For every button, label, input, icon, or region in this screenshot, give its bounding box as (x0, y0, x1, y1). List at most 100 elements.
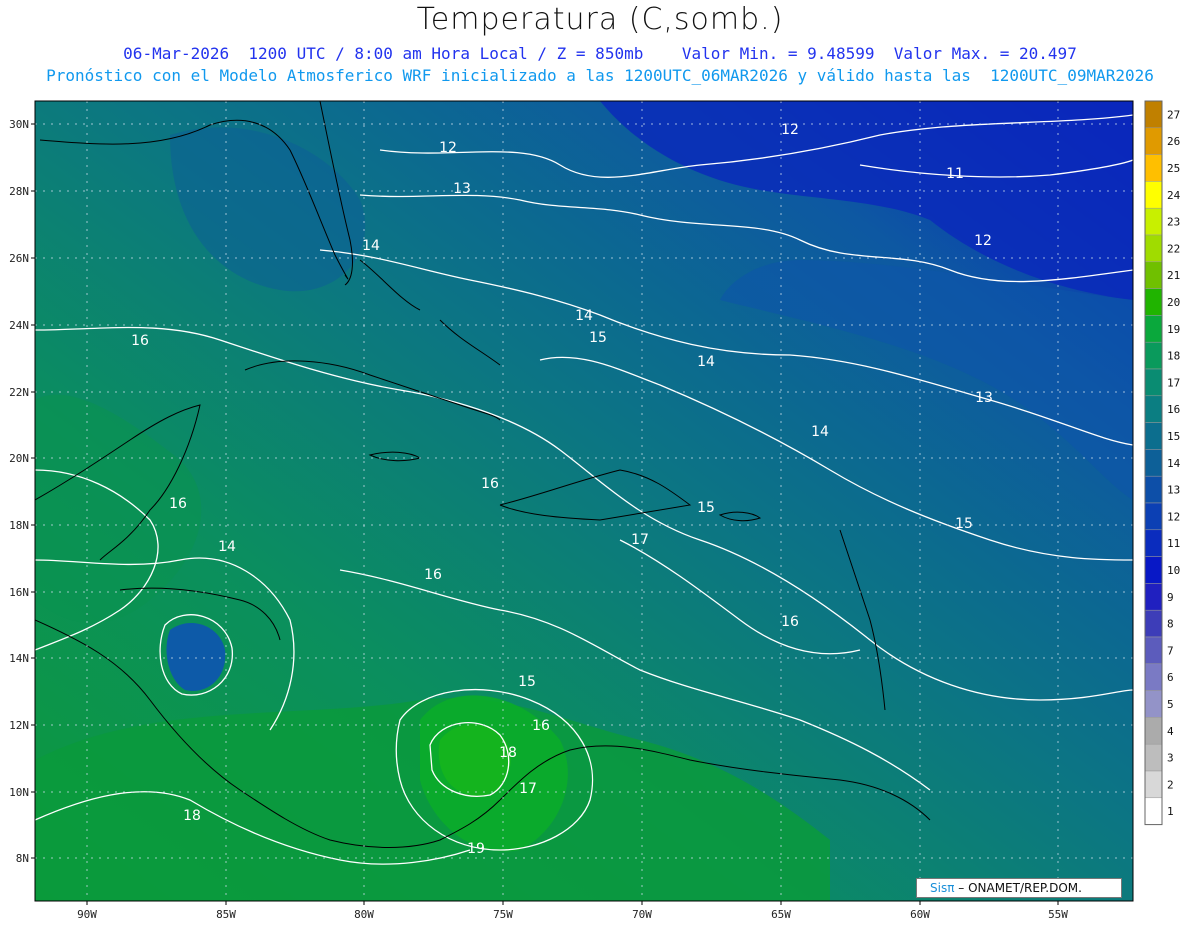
colorbar-label: 16 (1167, 403, 1180, 416)
colorbar-swatch (1144, 636, 1163, 665)
colorbar-swatch (1144, 154, 1163, 182)
sispi-logo: Sisπ (930, 881, 955, 895)
colorbar-label: 21 (1167, 269, 1180, 282)
colorbar-label: 12 (1167, 510, 1180, 523)
colorbar-swatch (1144, 743, 1163, 772)
colorbar-swatch (1144, 341, 1163, 370)
credit-text: – ONAMET/REP.DOM. (954, 881, 1082, 895)
colorbar-label: 5 (1167, 698, 1174, 711)
lon-tick-label: 70W (632, 908, 652, 921)
colorbar-label: 20 (1167, 296, 1180, 309)
colorbar-swatch (1144, 395, 1163, 423)
lat-tick-label: 20N (9, 452, 29, 465)
colorbar-label: 4 (1167, 725, 1174, 738)
colorbar-label: 10 (1167, 564, 1180, 577)
contour-label: 16 (131, 333, 149, 349)
lat-tick-label: 26N (9, 252, 29, 265)
colorbar-label: 25 (1167, 162, 1180, 175)
colorbar-label: 22 (1167, 242, 1180, 255)
colorbar-swatch (1144, 449, 1163, 477)
contour-label: 15 (697, 500, 715, 516)
colorbar-swatch (1144, 609, 1163, 638)
contour-label: 14 (218, 539, 236, 555)
colorbar-swatch (1144, 583, 1163, 611)
contour-label: 11 (946, 166, 964, 182)
lon-tick-label: 65W (771, 908, 791, 921)
contour-label: 17 (631, 532, 649, 548)
colorbar-swatch (1144, 288, 1163, 316)
lat-tick-label: 22N (9, 386, 29, 399)
colorbar-swatch (1144, 261, 1163, 289)
colorbar-label: 18 (1167, 350, 1180, 363)
contour-label: 16 (781, 614, 799, 630)
lon-tick-label: 90W (77, 908, 97, 921)
colorbar-swatch (1144, 234, 1163, 263)
colorbar: 2726252423222120191817161514131211109876… (1144, 100, 1181, 826)
contour-label: 18 (183, 808, 201, 824)
contour-label: 15 (518, 674, 536, 690)
contour-label: 17 (519, 781, 537, 797)
contour-label: 19 (467, 841, 485, 857)
colorbar-label: 1 (1167, 805, 1174, 818)
colorbar-label: 9 (1167, 591, 1174, 604)
colorbar-label: 8 (1167, 618, 1174, 631)
colorbar-swatch (1144, 315, 1163, 343)
colorbar-label: 17 (1167, 376, 1180, 389)
colorbar-label: 13 (1167, 484, 1180, 497)
colorbar-swatch (1144, 100, 1163, 129)
colorbar-label: 15 (1167, 430, 1180, 443)
colorbar-label: 7 (1167, 644, 1174, 657)
colorbar-label: 19 (1167, 323, 1180, 336)
colorbar-swatch (1144, 502, 1163, 531)
contour-label: 15 (589, 330, 607, 346)
contour-label: 14 (811, 424, 829, 440)
colorbar-swatch (1144, 207, 1163, 236)
contour-label: 13 (453, 181, 471, 197)
colorbar-swatch (1144, 422, 1163, 450)
lat-tick-label: 14N (9, 652, 29, 665)
lat-tick-label: 28N (9, 185, 29, 198)
contour-label: 16 (481, 476, 499, 492)
colorbar-label: 2 (1167, 778, 1174, 791)
lat-tick-label: 12N (9, 719, 29, 732)
lon-tick-label: 55W (1048, 908, 1068, 921)
colorbar-swatch (1144, 556, 1163, 584)
colorbar-swatch (1144, 797, 1163, 825)
colorbar-swatch (1144, 717, 1163, 745)
colorbar-label: 27 (1167, 108, 1180, 121)
colorbar-swatch (1144, 770, 1163, 799)
contour-label: 13 (975, 390, 993, 406)
colorbar-label: 3 (1167, 752, 1174, 765)
lat-tick-label: 10N (9, 786, 29, 799)
contour-label: 16 (424, 567, 442, 583)
colorbar-swatch (1144, 663, 1163, 691)
contour-label: 14 (697, 354, 715, 370)
contour-label: 12 (439, 140, 457, 156)
contour-label: 16 (169, 496, 187, 512)
colorbar-label: 14 (1167, 457, 1181, 470)
lat-tick-label: 30N (9, 118, 29, 131)
colorbar-swatch (1144, 529, 1163, 557)
contour-label: 16 (532, 718, 550, 734)
lon-tick-label: 85W (216, 908, 236, 921)
colorbar-label: 23 (1167, 216, 1180, 229)
map-field: 12 12 11 13 14 12 14 15 14 16 13 14 16 16 15 17 15 14 16 16… (35, 101, 1133, 901)
colorbar-swatch (1144, 368, 1163, 397)
contour-label: 14 (362, 238, 380, 254)
contour-label: 12 (974, 233, 992, 249)
lat-tick-label: 24N (9, 319, 29, 332)
lat-tick-label: 8N (16, 852, 29, 865)
lat-tick-label: 18N (9, 519, 29, 532)
colorbar-label: 11 (1167, 537, 1180, 550)
contour-label: 14 (575, 308, 593, 324)
credit-box: Sisπ – ONAMET/REP.DOM. (916, 878, 1122, 898)
colorbar-swatch (1144, 475, 1163, 504)
lon-tick-label: 75W (493, 908, 513, 921)
lat-tick-label: 16N (9, 586, 29, 599)
colorbar-label: 6 (1167, 671, 1174, 684)
lon-tick-label: 60W (910, 908, 930, 921)
contour-label: 12 (781, 122, 799, 138)
colorbar-swatch (1144, 181, 1163, 209)
colorbar-label: 26 (1167, 135, 1180, 148)
colorbar-label: 24 (1167, 189, 1181, 202)
